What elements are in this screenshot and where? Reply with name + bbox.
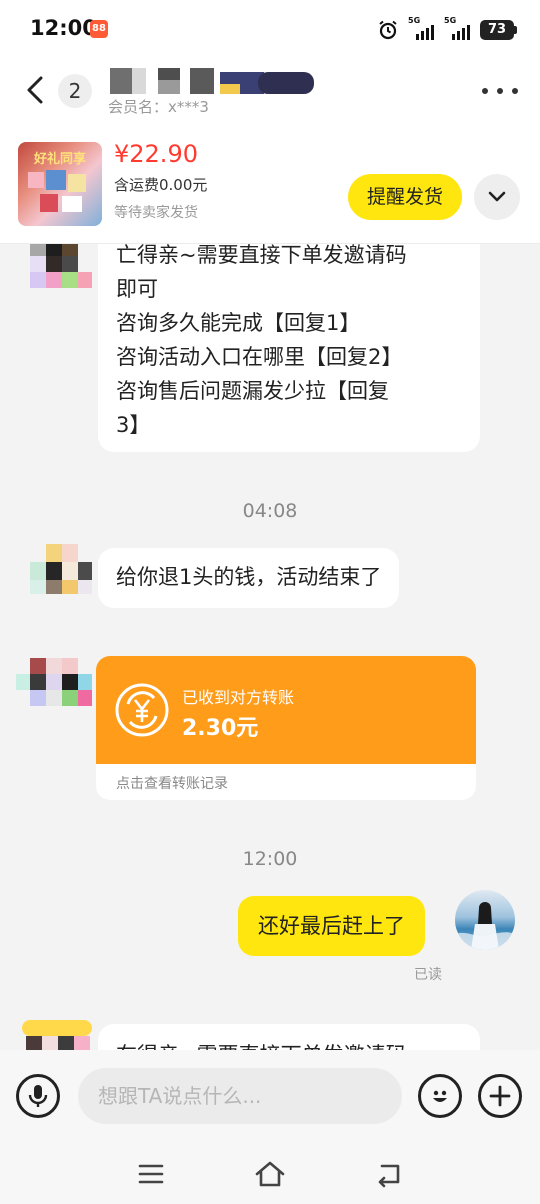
seller-avatar[interactable] bbox=[16, 1020, 94, 1050]
message-timestamp: 04:08 bbox=[242, 500, 298, 522]
home-icon[interactable] bbox=[253, 1160, 287, 1188]
thumbnail-text: 好礼同享 bbox=[33, 152, 86, 167]
unread-count-badge[interactable]: 2 bbox=[58, 74, 92, 108]
yuan-exchange-icon bbox=[115, 683, 169, 737]
app-notification-icon: 88 bbox=[90, 20, 108, 38]
chevron-down-icon bbox=[488, 191, 506, 202]
message-line: 亡得亲~需要直接下单发邀请码 bbox=[116, 244, 407, 267]
smile-icon bbox=[433, 1090, 447, 1102]
chat-messages[interactable]: 亡得亲~需要直接下单发邀请码 即可 咨询多久能完成【回复1】 咨询活动入口在哪里… bbox=[0, 244, 540, 1050]
remind-shipping-button[interactable]: 提醒发货 bbox=[348, 174, 462, 220]
transfer-record-link[interactable]: 点击查看转账记录 bbox=[116, 773, 228, 793]
shop-name-mosaic bbox=[108, 66, 318, 96]
message-line: 咨询多久能完成【回复1】 bbox=[116, 311, 361, 335]
my-avatar[interactable] bbox=[455, 890, 515, 950]
more-actions-button[interactable] bbox=[478, 1074, 522, 1118]
voice-input-button[interactable] bbox=[16, 1074, 60, 1118]
seller-avatar[interactable] bbox=[16, 658, 94, 728]
battery-icon: 73 bbox=[480, 20, 517, 40]
network-type-label: 5G bbox=[408, 16, 421, 25]
message-text: 给你退1头的钱，活动结束了 bbox=[116, 565, 382, 589]
my-message-bubble[interactable]: 还好最后赶上了 bbox=[238, 896, 425, 956]
message-line: 咨询售后问题漏发少拉【回复 bbox=[116, 379, 389, 403]
back-icon[interactable] bbox=[372, 1160, 406, 1188]
order-price: ¥22.90 bbox=[114, 140, 198, 168]
read-status: 已读 bbox=[414, 967, 442, 983]
seller-avatar[interactable] bbox=[16, 544, 94, 614]
avatar-photo bbox=[455, 902, 515, 950]
alarm-icon bbox=[379, 20, 397, 40]
seller-message-bubble[interactable]: 给你退1头的钱，活动结束了 bbox=[98, 548, 400, 608]
product-thumbnail[interactable]: 好礼同享 bbox=[18, 142, 102, 226]
message-input[interactable] bbox=[78, 1068, 402, 1124]
message-line: 即可 bbox=[116, 277, 158, 301]
message-text: 在得亲~需要直接下单发邀请码 bbox=[116, 1038, 462, 1050]
transfer-card[interactable]: 已收到对方转账 2.30元 点击查看转账记录 bbox=[96, 656, 476, 800]
signal-strength-icon: 5G bbox=[408, 16, 434, 40]
plus-icon bbox=[489, 1085, 511, 1107]
transfer-card-header: 已收到对方转账 2.30元 bbox=[96, 656, 476, 764]
signal-strength-icon: 5G bbox=[444, 16, 470, 40]
seller-message-bubble[interactable]: 亡得亲~需要直接下单发邀请码 即可 咨询多久能完成【回复1】 咨询活动入口在哪里… bbox=[98, 244, 480, 452]
seller-avatar[interactable] bbox=[16, 244, 94, 312]
network-type-label: 5G bbox=[444, 16, 457, 25]
transfer-card-footer[interactable]: 点击查看转账记录 bbox=[96, 764, 476, 800]
system-nav-bar bbox=[0, 1146, 540, 1204]
transfer-title: 已收到对方转账 bbox=[182, 688, 295, 707]
message-input-bar bbox=[0, 1050, 540, 1146]
seller-message-bubble[interactable]: 在得亲~需要直接下单发邀请码 bbox=[98, 1024, 480, 1050]
message-line: 3】 bbox=[116, 413, 151, 437]
status-time: 12:00 bbox=[30, 16, 97, 40]
chat-header: 2 会员名：x***3 bbox=[0, 60, 540, 120]
message-line: 咨询活动入口在哪里【回复2】 bbox=[116, 345, 403, 369]
order-status: 等待卖家发货 bbox=[114, 205, 198, 221]
order-shipping: 含运费0.00元 bbox=[114, 176, 208, 194]
status-bar: 12:00 88 5G 5G 73 bbox=[0, 0, 540, 60]
more-dots-icon[interactable] bbox=[482, 76, 518, 106]
transfer-amount: 2.30元 bbox=[182, 716, 259, 741]
expand-order-button[interactable] bbox=[474, 174, 520, 220]
status-indicators: 5G 5G 73 bbox=[378, 16, 517, 42]
message-timestamp: 12:00 bbox=[242, 848, 298, 870]
order-card[interactable]: 好礼同享 ¥22.90 含运费0.00元 等待卖家发货 提醒发货 bbox=[0, 120, 540, 244]
member-name-label: 会员名：x***3 bbox=[108, 98, 209, 116]
chevron-left-icon[interactable] bbox=[20, 74, 52, 106]
emoji-button[interactable] bbox=[418, 1074, 462, 1118]
menu-icon[interactable] bbox=[134, 1160, 168, 1188]
microphone-icon bbox=[28, 1085, 48, 1107]
